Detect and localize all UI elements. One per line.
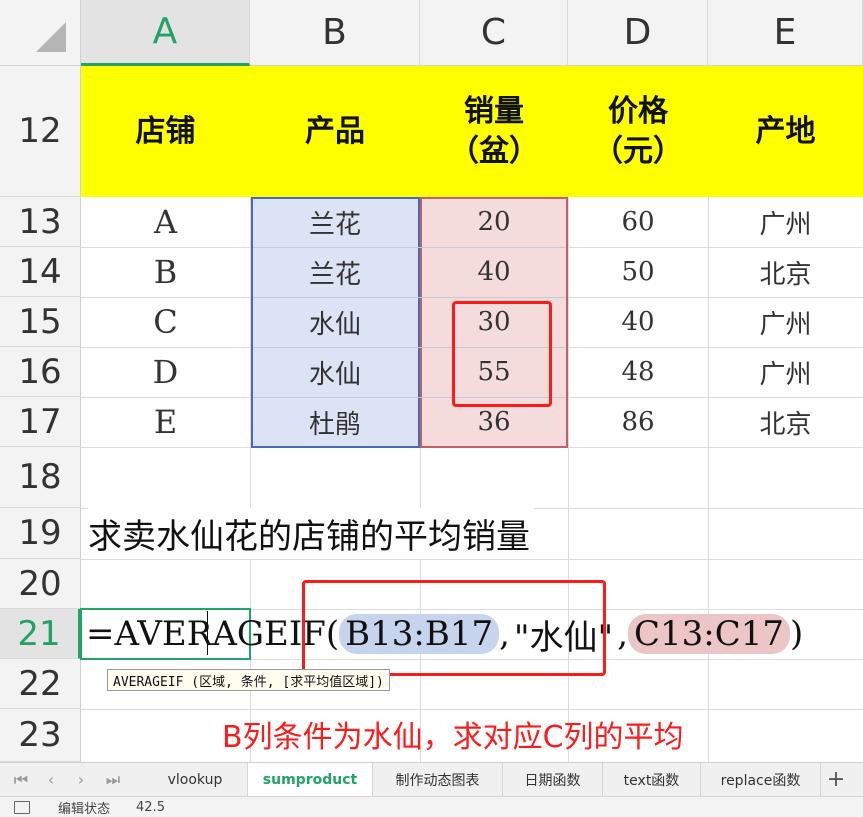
header-sales-line2: （盆）	[449, 133, 539, 169]
tab-date-functions[interactable]: 日期函数	[503, 763, 603, 796]
add-sheet-icon[interactable]: +	[821, 763, 851, 796]
select-all-corner[interactable]	[0, 0, 81, 66]
cell-e16[interactable]: 广州	[708, 347, 863, 397]
tab-text-functions[interactable]: text函数	[603, 763, 701, 796]
text-cursor	[207, 611, 208, 655]
header-sales[interactable]: 销量 （盆）	[420, 66, 568, 197]
cell-a16[interactable]: D	[81, 347, 250, 397]
last-sheet-icon[interactable]: ⏭	[98, 763, 128, 796]
cell-b16[interactable]: 水仙	[250, 347, 420, 397]
row-header-14[interactable]: 14	[0, 247, 81, 297]
highlight-box-formula	[302, 580, 606, 676]
cell-d14[interactable]: 50	[568, 247, 708, 297]
next-sheet-icon[interactable]: ›	[66, 763, 96, 796]
row-header-17[interactable]: 17	[0, 397, 81, 447]
tab-replace-functions[interactable]: replace函数	[701, 763, 821, 796]
header-origin[interactable]: 产地	[708, 66, 863, 197]
column-header-e[interactable]: E	[708, 0, 863, 66]
cell-e15[interactable]: 广州	[708, 297, 863, 347]
cell-c14[interactable]: 40	[420, 247, 568, 297]
cell-c13[interactable]: 20	[420, 197, 568, 247]
gridline	[81, 709, 863, 710]
first-sheet-icon[interactable]: ⏮	[6, 763, 36, 796]
row-header-19[interactable]: 19	[0, 508, 81, 559]
cell-b17[interactable]: 杜鹃	[250, 397, 420, 447]
row-header-22[interactable]: 22	[0, 659, 81, 709]
cell-a14[interactable]: B	[81, 247, 250, 297]
tab-sumproduct[interactable]: sumproduct	[248, 763, 373, 796]
row-header-20[interactable]: 20	[0, 559, 81, 609]
tab-vlookup[interactable]: vlookup	[143, 763, 248, 796]
column-header-d[interactable]: D	[568, 0, 708, 66]
caption-text: B列条件为水仙，求对应C列的平均	[222, 720, 684, 755]
cell-d13[interactable]: 60	[568, 197, 708, 247]
column-header-a[interactable]: A	[81, 0, 250, 66]
status-mode: 编辑状态	[58, 801, 111, 817]
cell-e14[interactable]: 北京	[708, 247, 863, 297]
row-header-18[interactable]: 18	[0, 447, 81, 508]
cell-e13[interactable]: 广州	[708, 197, 863, 247]
status-value: 42.5	[136, 799, 165, 815]
question-text[interactable]: 求卖水仙花的店铺的平均销量	[88, 508, 534, 559]
cell-b14[interactable]: 兰花	[250, 247, 420, 297]
row-header-15[interactable]: 15	[0, 297, 81, 347]
cell-b15[interactable]: 水仙	[250, 297, 420, 347]
sheet-tab-bar: ⏮ ‹ › ⏭ vlookup sumproduct 制作动态图表 日期函数 t…	[0, 762, 863, 796]
cell-d16[interactable]: 48	[568, 347, 708, 397]
row-header-13[interactable]: 13	[0, 197, 81, 247]
cell-a15[interactable]: C	[81, 297, 250, 347]
header-price-line2: （元）	[593, 133, 683, 169]
header-price[interactable]: 价格 （元）	[568, 66, 708, 197]
cell-b13[interactable]: 兰花	[250, 197, 420, 247]
formula-avg-ref: C13:C17	[628, 614, 791, 654]
cell-a17[interactable]: E	[81, 397, 250, 447]
row-header-16[interactable]: 16	[0, 347, 81, 397]
column-header-b[interactable]: B	[250, 0, 420, 66]
header-shop[interactable]: 店铺	[81, 66, 250, 197]
cell-d15[interactable]: 40	[568, 297, 708, 347]
row-header-12[interactable]: 12	[0, 66, 81, 197]
cell-a13[interactable]: A	[81, 197, 250, 247]
row-header-21[interactable]: 21	[0, 609, 81, 659]
select-all-triangle-icon	[36, 22, 66, 52]
column-header-c[interactable]: C	[420, 0, 568, 66]
gridline	[81, 559, 863, 560]
tab-dynamic-chart[interactable]: 制作动态图表	[373, 763, 503, 796]
formula-suffix: )	[790, 614, 804, 654]
header-price-line1: 价格	[608, 93, 668, 129]
cell-d17[interactable]: 86	[568, 397, 708, 447]
header-sales-line1: 销量	[464, 93, 524, 129]
header-product[interactable]: 产品	[250, 66, 420, 197]
function-tooltip: AVERAGEIF (区域, 条件, [求平均值区域])	[107, 669, 390, 691]
row-header-23[interactable]: 23	[0, 709, 81, 762]
prev-sheet-icon[interactable]: ‹	[36, 763, 66, 796]
highlight-box-c15-c16	[452, 301, 552, 407]
cell-e17[interactable]: 北京	[708, 397, 863, 447]
formula-sep2: ,	[617, 614, 628, 654]
status-bar: 编辑状态 42.5	[0, 796, 863, 817]
macro-record-icon[interactable]	[14, 800, 30, 814]
